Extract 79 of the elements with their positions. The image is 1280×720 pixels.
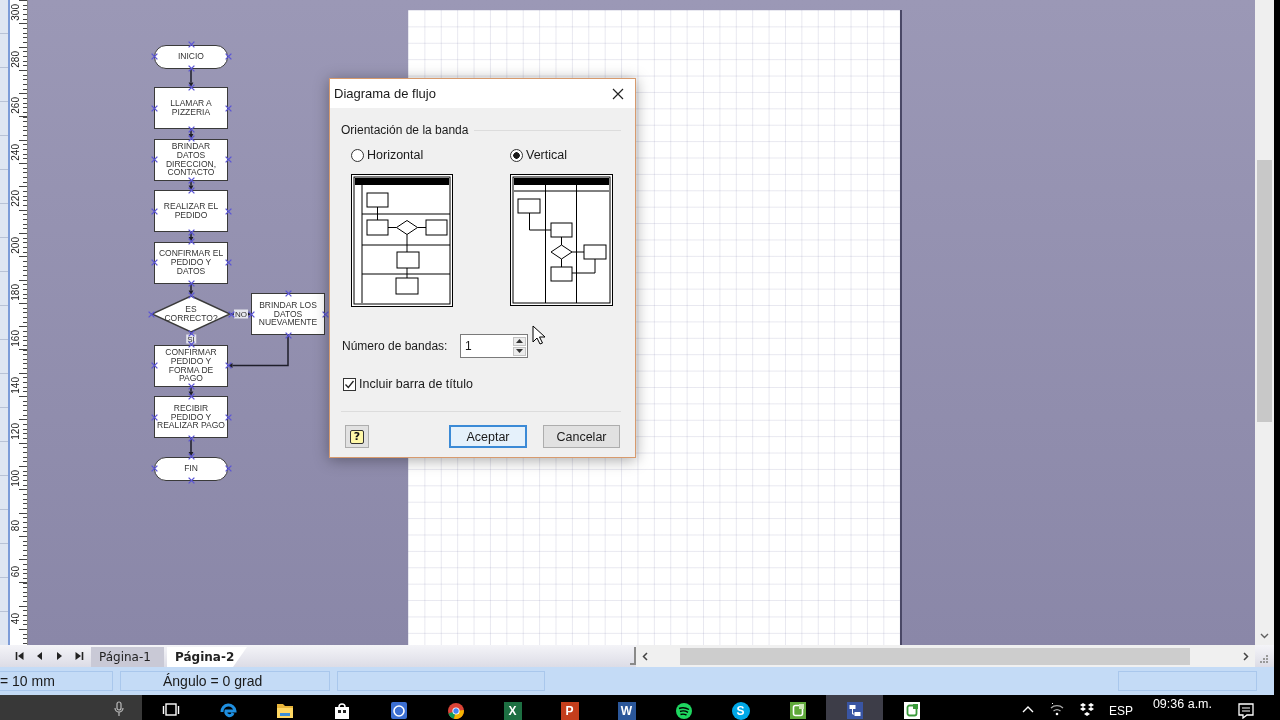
process-node: BRINDAR DATOS DIRECCION, CONTACTO [154, 138, 228, 181]
ruler-label: 40 [11, 612, 21, 624]
connector-label: SI [186, 334, 196, 344]
connector-arrow [188, 67, 194, 87]
process-node: LLAMAR A PIZZERIA [154, 87, 228, 129]
chevron-right-icon[interactable] [1243, 651, 1249, 661]
connector-arrow [188, 231, 194, 242]
chevron-up-icon[interactable] [1021, 705, 1034, 713]
ruler-label: 60 [11, 566, 21, 578]
circle-logo-icon [446, 701, 465, 720]
close-icon [612, 87, 624, 100]
taskbar-button[interactable]: X [484, 695, 541, 720]
swirl-logo-icon [218, 701, 237, 720]
horizontal-scrollbar[interactable] [636, 645, 1255, 667]
scrollbar-thumb[interactable] [1257, 160, 1272, 422]
scrollbar-thumb[interactable] [680, 647, 1190, 665]
shopping-bag-icon [332, 701, 351, 720]
microphone-icon [114, 701, 124, 717]
chevron-down-icon[interactable] [1260, 633, 1269, 639]
page-tab[interactable]: Página-1 [91, 647, 164, 667]
dialog-button[interactable]: Aceptar [449, 425, 527, 448]
process-node: CONFIRMAR PEDIDO Y FORMA DE PAGO [154, 344, 228, 387]
process-node: BRINDAR LOS DATOS NUEVAMENTE [251, 293, 325, 335]
diamond-cluster-icon[interactable] [1078, 702, 1095, 716]
language-indicator[interactable]: ESP [1108, 704, 1133, 718]
status-text: Ángulo = 0 grad [120, 671, 330, 691]
terminal-node: INICIO [154, 44, 228, 69]
next-icon[interactable] [55, 651, 64, 661]
dialog-button[interactable]: Cancelar [543, 425, 620, 448]
ruler-label: 300 [11, 4, 21, 21]
vertical-scrollbar[interactable] [1255, 0, 1274, 645]
taskbar-button[interactable]: W [598, 695, 655, 720]
taskbar-button[interactable]: P [541, 695, 598, 720]
connector-arrow [188, 282, 194, 295]
ruler-label: 260 [11, 97, 21, 114]
ruler-label: 120 [11, 423, 21, 441]
ring-tile-icon [389, 701, 408, 720]
folder-icon [275, 701, 294, 720]
ruler-label: 160 [11, 330, 21, 347]
group-label: Orientación de la banda [341, 123, 469, 137]
first-icon[interactable] [15, 651, 24, 661]
radio-button[interactable]: Horizontal [351, 147, 510, 163]
process-node: CONFIRMAR EL PEDIDO Y DATOS [154, 241, 228, 284]
ruler-label: 240 [11, 143, 21, 161]
ruler-label: 280 [11, 50, 21, 68]
ruler-label: 100 [11, 470, 21, 487]
last-icon[interactable] [75, 651, 84, 661]
app-tile-icon [902, 701, 921, 720]
chevron-left-icon[interactable] [642, 651, 648, 661]
connector-label: NO [234, 309, 248, 319]
decision-node: ES CORRECTO? [151, 295, 231, 333]
search-field[interactable] [0, 695, 142, 720]
mouse-cursor-icon [532, 325, 545, 345]
ruler-label: 220 [11, 190, 21, 208]
connector-arrow [188, 128, 194, 139]
ruler-label: 80 [11, 519, 21, 531]
process-node: RECIBIR PEDIDO Y REALIZAR PAGO [154, 396, 228, 438]
clock[interactable]: 09:36 a.m. [1152, 697, 1212, 712]
wifi-icon[interactable] [1048, 702, 1065, 716]
dialog-title: Diagrama de flujo [333, 86, 437, 101]
app-tile-icon [788, 701, 807, 720]
taskbar-button[interactable] [826, 695, 883, 720]
status-text: = 10 mm [0, 671, 113, 691]
field-label: Número de bandas: [342, 339, 449, 353]
connector-arrow [228, 334, 289, 368]
ruler-label: 200 [11, 237, 21, 254]
notification-icon[interactable] [1238, 703, 1254, 719]
diagram-icon [845, 701, 864, 720]
terminal-node: FIN [154, 456, 228, 481]
process-node: REALIZAR EL PEDIDO [154, 190, 228, 232]
help-button[interactable]: ? [345, 425, 369, 448]
ruler-label: 140 [11, 376, 21, 394]
ruler-label: 180 [11, 283, 21, 301]
page-tab[interactable]: Página-2 [167, 647, 247, 667]
checkbox[interactable]: Incluir barra de título [343, 376, 621, 392]
size-grip-icon[interactable] [1260, 655, 1268, 663]
radio-button[interactable]: Vertical [510, 147, 613, 163]
connector-arrow [188, 437, 194, 457]
previous-icon[interactable] [35, 651, 44, 661]
